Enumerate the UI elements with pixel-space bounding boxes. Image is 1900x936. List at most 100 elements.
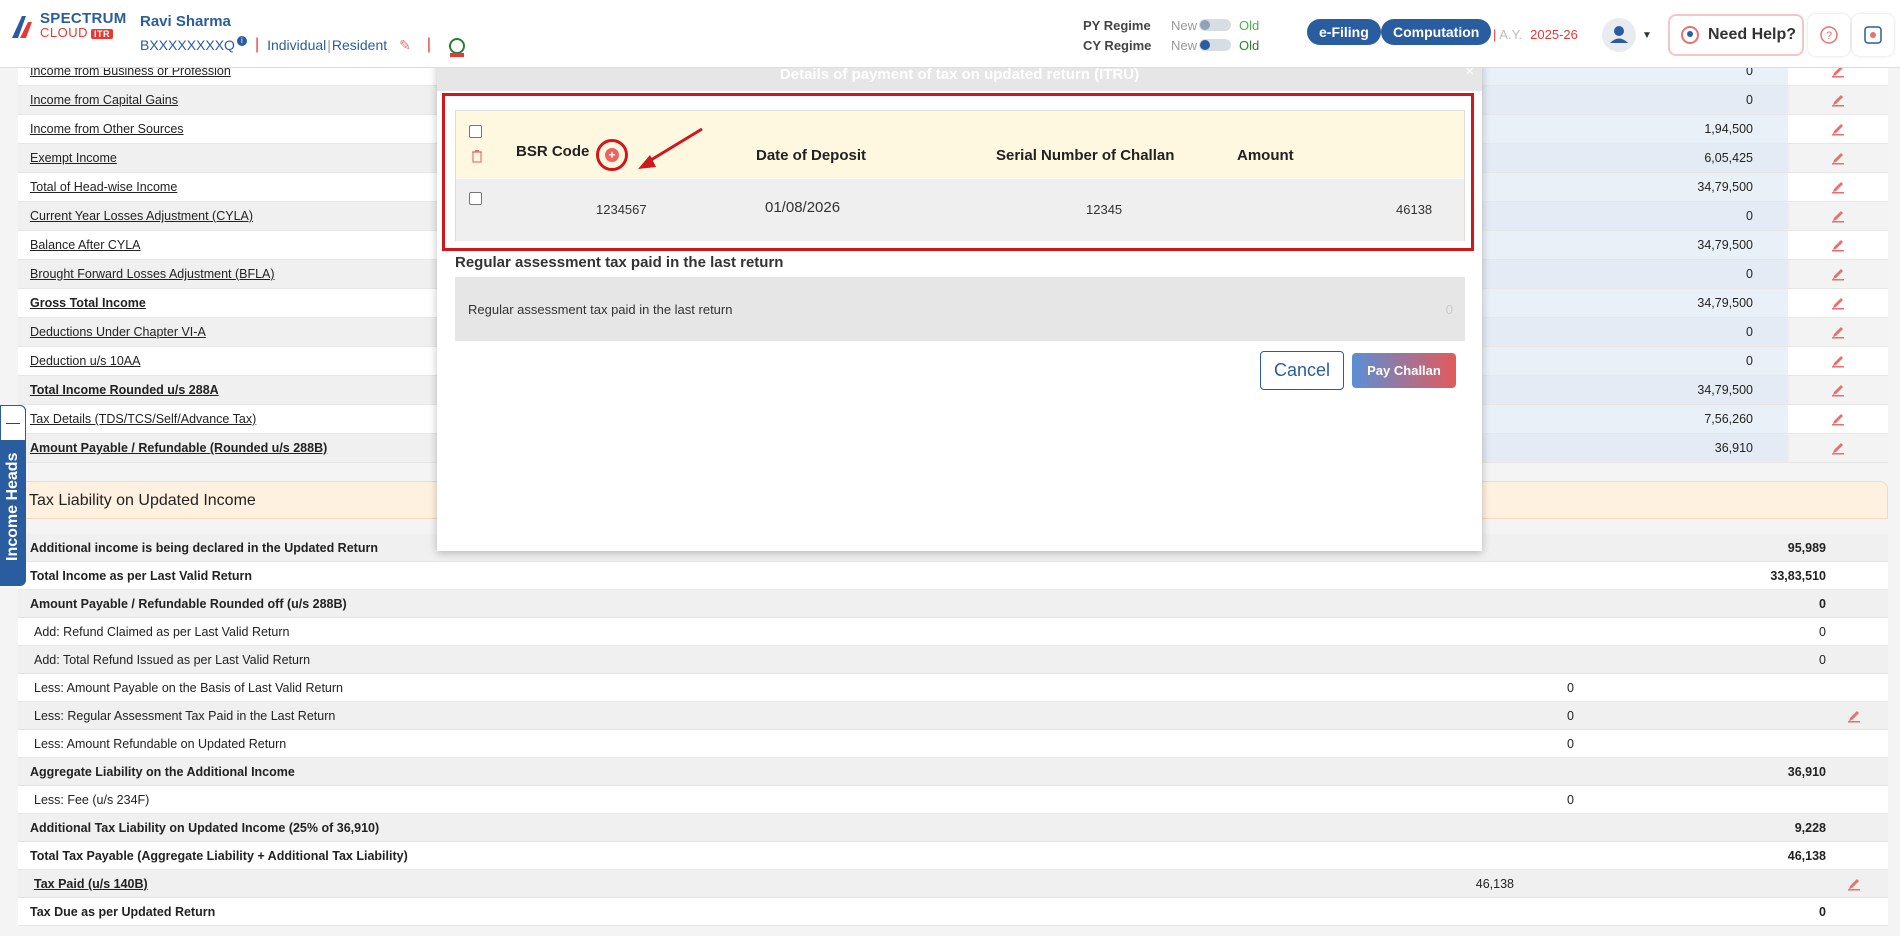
income-row-value: 0 — [1746, 325, 1753, 339]
emblem-icon — [445, 36, 469, 60]
scan-button[interactable] — [1852, 14, 1894, 56]
liability-row-label: Tax Due as per Updated Return — [30, 905, 216, 919]
liability-row-value-right: 46,138 — [1787, 849, 1826, 863]
computation-button[interactable]: Computation — [1381, 19, 1492, 45]
income-row-label[interactable]: Total Income Rounded u/s 288A — [30, 383, 219, 397]
income-row-value: 34,79,500 — [1697, 238, 1753, 252]
ay-value: 2025-26 — [1530, 27, 1578, 42]
chevron-down-icon[interactable]: ▼ — [1642, 30, 1652, 41]
serial-number-input[interactable]: 12345 — [1086, 202, 1122, 217]
pan-number: BXXXXXXXXQ — [140, 37, 235, 53]
pay-challan-button[interactable]: Pay Challan — [1352, 353, 1456, 388]
edit-pencil-icon[interactable] — [1846, 876, 1862, 892]
add-row-highlight: + — [596, 139, 628, 171]
assessment-year: | A.Y. 2025-26 — [1493, 27, 1578, 42]
liability-row-value-right: 0 — [1819, 905, 1826, 919]
income-row-label[interactable]: Current Year Losses Adjustment (CYLA) — [30, 209, 253, 223]
income-row-label[interactable]: Deductions Under Chapter VI-A — [30, 325, 206, 339]
edit-status-icon[interactable]: ✎ — [399, 37, 411, 54]
pointer-arrow-icon — [638, 127, 703, 169]
liability-row: Less: Fee (u/s 234F) 0 — [18, 786, 1888, 814]
income-row-label[interactable]: Exempt Income — [30, 151, 117, 165]
income-row-label[interactable]: Income from Other Sources — [30, 122, 184, 136]
date-of-deposit-input[interactable]: 01/08/2026 — [765, 199, 840, 216]
efiling-button[interactable]: e-Filing — [1307, 19, 1381, 45]
liability-row-label: Aggregate Liability on the Additional In… — [30, 765, 295, 779]
liability-row: Amount Payable / Refundable Rounded off … — [18, 590, 1888, 618]
select-all-checkbox[interactable] — [469, 125, 482, 138]
edit-pencil-icon[interactable] — [1830, 295, 1846, 311]
cy-old-label: Old — [1239, 37, 1260, 53]
spectrum-logo[interactable]: SPECTRUM CLOUD ITR — [10, 11, 127, 41]
question-icon: ? — [1820, 26, 1838, 44]
income-row-label[interactable]: Income from Capital Gains — [30, 93, 178, 107]
liability-row-value-left: 0 — [1567, 709, 1574, 723]
liability-row: Add: Refund Claimed as per Last Valid Re… — [18, 618, 1888, 646]
rat-field: Regular assessment tax paid in the last … — [455, 277, 1465, 341]
row-checkbox[interactable] — [469, 192, 482, 205]
income-row-value: 0 — [1746, 267, 1753, 281]
liability-row-value-left: 46,138 — [1475, 877, 1514, 891]
help-question-button[interactable]: ? — [1808, 14, 1850, 56]
liability-row: Tax Due as per Updated Return 0 — [18, 898, 1888, 926]
income-row-label[interactable]: Deduction u/s 10AA — [30, 354, 141, 368]
edit-pencil-icon[interactable] — [1830, 324, 1846, 340]
edit-pencil-icon[interactable] — [1830, 382, 1846, 398]
col-serial-number: Serial Number of Challan — [996, 147, 1175, 164]
liability-row-label: Less: Fee (u/s 234F) — [34, 793, 150, 807]
py-regime-toggle[interactable] — [1199, 19, 1231, 31]
liability-row: Less: Regular Assessment Tax Paid in the… — [18, 702, 1888, 730]
need-help-label: Need Help? — [1708, 26, 1797, 43]
edit-pencil-icon[interactable] — [1830, 92, 1846, 108]
liability-row-label: Additional income is being declared in t… — [30, 541, 378, 555]
edit-pencil-icon[interactable] — [1830, 237, 1846, 253]
bsr-code-input[interactable]: 1234567 — [596, 202, 647, 217]
income-row-label[interactable]: Tax Details (TDS/TCS/Self/Advance Tax) — [30, 412, 256, 426]
edit-pencil-icon[interactable] — [1830, 440, 1846, 456]
cy-regime-toggle[interactable] — [1199, 39, 1231, 51]
income-row-label[interactable]: Brought Forward Losses Adjustment (BFLA) — [30, 267, 275, 281]
liability-row-label[interactable]: Tax Paid (u/s 140B) — [34, 877, 148, 891]
income-row-label[interactable]: Total of Head-wise Income — [30, 180, 177, 194]
income-row-value: 34,79,500 — [1697, 180, 1753, 194]
edit-pencil-icon[interactable] — [1830, 179, 1846, 195]
edit-pencil-icon[interactable] — [1830, 266, 1846, 282]
income-row-label[interactable]: Amount Payable / Refundable (Rounded u/s… — [30, 441, 327, 455]
edit-pencil-icon[interactable] — [1830, 353, 1846, 369]
status-resident: Resident — [331, 37, 388, 53]
edit-pencil-icon[interactable] — [1830, 208, 1846, 224]
edit-pencil-icon[interactable] — [1830, 150, 1846, 166]
col-date-of-deposit: Date of Deposit — [756, 147, 867, 164]
cancel-button[interactable]: Cancel — [1260, 351, 1344, 390]
liability-row-label: Less: Amount Payable on the Basis of Las… — [34, 681, 343, 695]
collapse-icon[interactable]: — — [0, 405, 26, 441]
income-row-label[interactable]: Balance After CYLA — [30, 238, 140, 252]
liability-row-label: Additional Tax Liability on Updated Inco… — [30, 821, 380, 835]
income-row-value: 34,79,500 — [1697, 296, 1753, 310]
rat-section-title: Regular assessment tax paid in the last … — [455, 254, 784, 271]
liability-row-value-left: 0 — [1567, 793, 1574, 807]
modal-title: Details of payment of tax on updated ret… — [779, 66, 1140, 83]
need-help-button[interactable]: Need Help? — [1668, 14, 1804, 56]
section-title: Tax Liability on Updated Income — [29, 492, 256, 509]
top-header: SPECTRUM CLOUD ITR Ravi Sharma BXXXXXXXXQ… — [0, 0, 1900, 68]
edit-pencil-icon[interactable] — [1830, 121, 1846, 137]
amount-input[interactable]: 46138 — [1396, 202, 1432, 217]
scan-icon — [1864, 26, 1882, 44]
app-root: SPECTRUM CLOUD ITR Ravi Sharma BXXXXXXXXQ… — [0, 0, 1900, 936]
liability-row-value-left: 0 — [1567, 681, 1574, 695]
income-row-value: 0 — [1746, 354, 1753, 368]
edit-pencil-icon[interactable] — [1846, 708, 1862, 724]
trash-icon[interactable] — [471, 149, 483, 163]
income-row-label[interactable]: Gross Total Income — [30, 296, 146, 310]
regime-toggles: PY Regime New Old CY Regime New Old — [1083, 15, 1259, 55]
user-avatar[interactable] — [1602, 18, 1636, 52]
income-row-value: 7,56,260 — [1704, 412, 1753, 426]
liability-row-label: Total Income as per Last Valid Return — [30, 569, 253, 583]
info-icon[interactable]: i — [236, 36, 247, 46]
add-row-plus-icon[interactable]: + — [605, 148, 619, 162]
liability-row-label: Less: Regular Assessment Tax Paid in the… — [34, 709, 336, 723]
income-heads-side-tab[interactable]: — Income Heads — [0, 405, 26, 586]
edit-pencil-icon[interactable] — [1830, 411, 1846, 427]
liability-row-value-left: 0 — [1567, 737, 1574, 751]
